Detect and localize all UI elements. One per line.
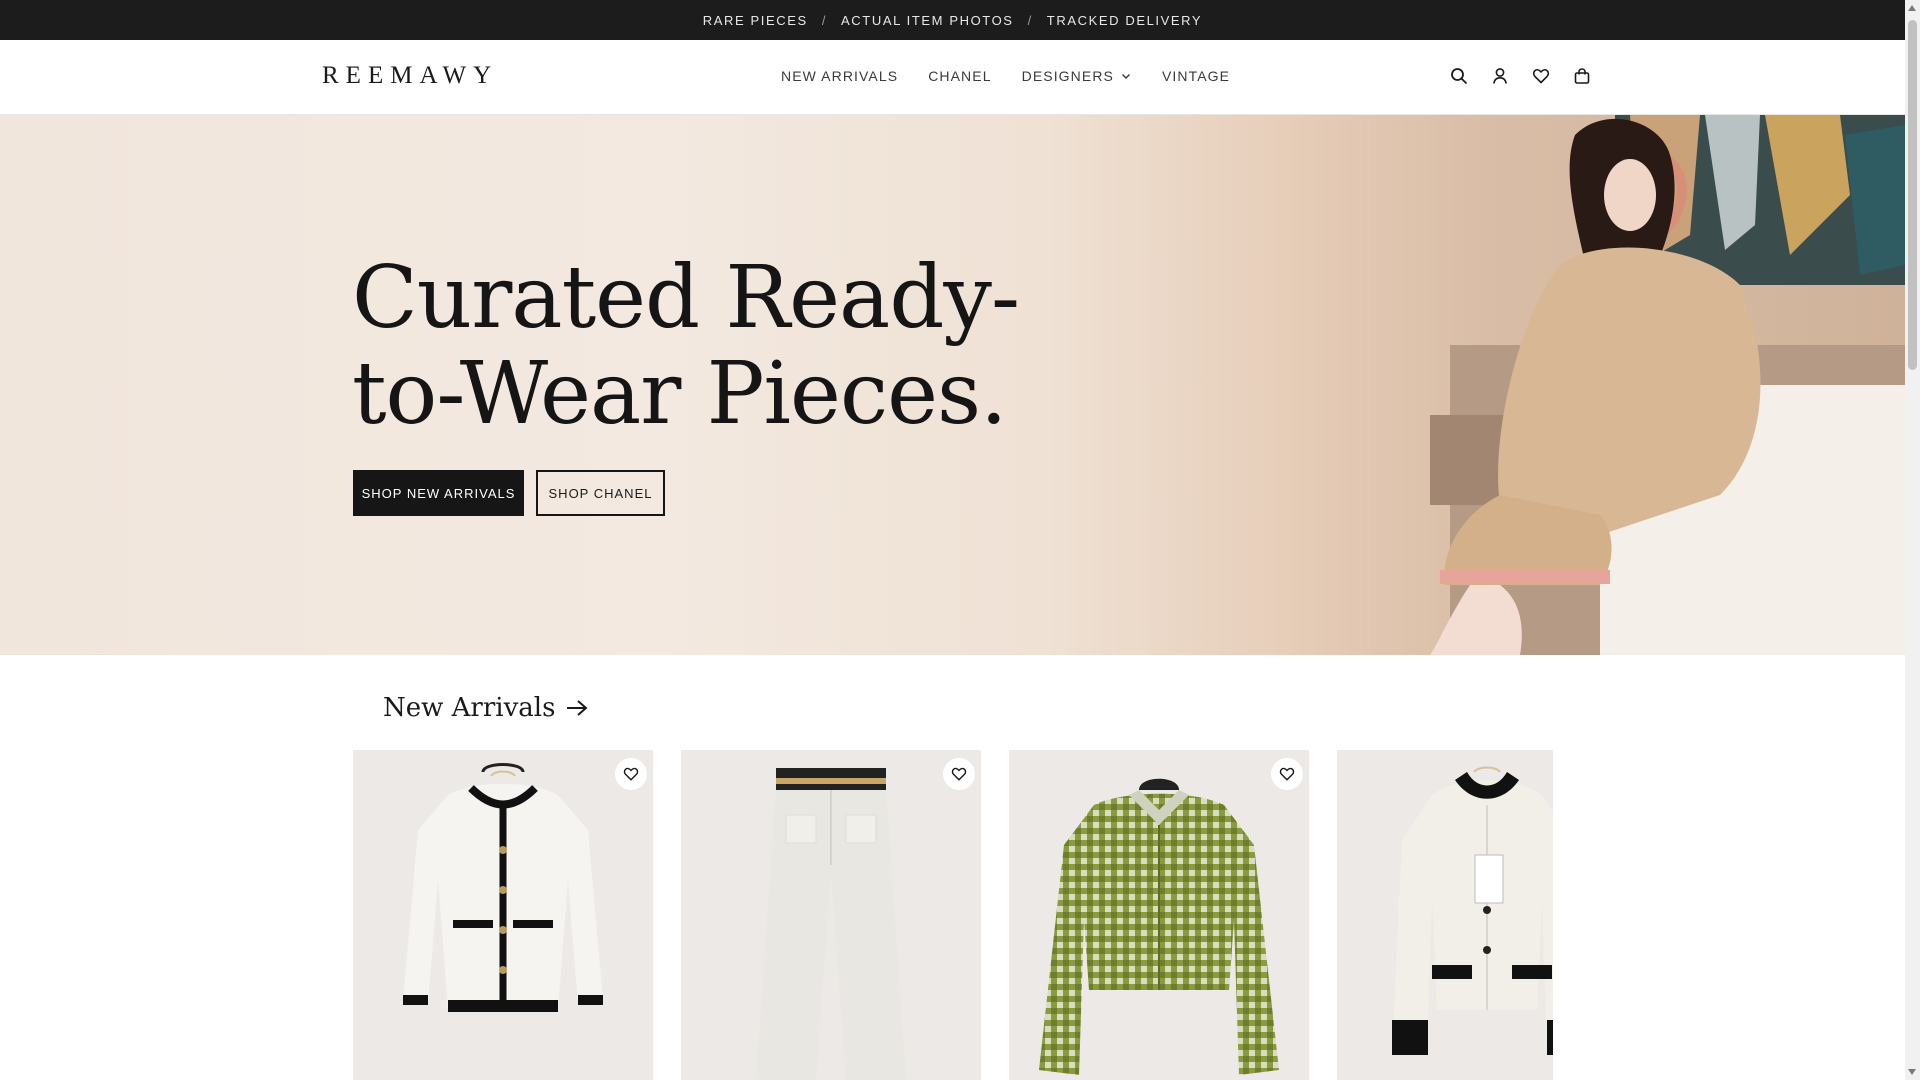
scroll-down-arrow-icon[interactable] [1908,1069,1916,1075]
nav-item-label: VINTAGE [1161,68,1231,84]
announcement-separator: / [821,12,828,28]
nav-item-vintage[interactable]: VINTAGE [1162,68,1230,84]
announcement-bar: RARE PIECES / ACTUAL ITEM PHOTOS / TRACK… [0,0,1905,40]
heart-icon [951,767,967,781]
product-image-white-knit-cardigan [1392,766,1553,1055]
scrollbar-thumb[interactable] [1908,20,1917,370]
nav-item-label: NEW ARRIVALS [781,68,899,84]
product-carousel [353,750,1553,1080]
cart-button[interactable] [1571,65,1593,87]
nav-item-new-arrivals[interactable]: NEW ARRIVALS [781,68,898,84]
logo[interactable]: REEMAWY [322,62,498,90]
nav-item-chanel[interactable]: CHANEL [928,68,991,84]
chevron-down-icon [1121,74,1130,79]
main-nav: NEW ARRIVALS CHANEL DESIGNERS VINTAGE [781,68,1260,84]
site-header: REEMAWY NEW ARRIVALS CHANEL DESIGNERS VI… [0,40,1905,115]
shop-chanel-button[interactable]: SHOP CHANEL [536,470,665,516]
product-card[interactable] [353,750,653,1080]
product-image-white-cardigan [403,763,603,1012]
product-card[interactable] [1337,750,1553,1080]
wishlist-button[interactable] [1530,65,1552,87]
announcement-separator: / [1027,12,1033,28]
cart-icon [1574,68,1590,84]
search-button[interactable] [1448,65,1470,87]
wishlist-icon [1532,69,1550,84]
product-image-green-tweed-jacket [1039,778,1279,1075]
nav-item-label: DESIGNERS [1021,68,1114,84]
account-button[interactable] [1489,65,1511,87]
new-arrivals-title: New Arrivals [383,693,556,723]
nav-item-designers[interactable]: DESIGNERS [1022,68,1132,84]
scroll-up-arrow-icon[interactable] [1908,5,1916,11]
heart-icon [1279,767,1295,781]
nav-item-label: CHANEL [928,68,992,84]
shop-new-arrivals-button[interactable]: SHOP NEW ARRIVALS [353,470,524,516]
product-card[interactable] [681,750,981,1080]
wishlist-add-button[interactable] [615,758,647,790]
product-image-white-pants [756,768,906,1080]
announcement-item-rare: RARE PIECES [702,12,808,28]
hero-title-line-2: to-Wear Pieces. [352,344,1007,444]
new-arrivals-link[interactable]: New Arrivals [383,693,589,723]
hero-banner: Curated Ready- to-Wear Pieces. SHOP NEW … [0,115,1905,655]
page: RARE PIECES / ACTUAL ITEM PHOTOS / TRACK… [0,0,1905,1080]
arrow-right-icon [567,700,588,716]
header-icons [1448,65,1593,87]
vertical-scrollbar[interactable] [1905,0,1920,1080]
product-card[interactable] [1009,750,1309,1080]
hero-title-line-1: Curated Ready- [352,248,1020,348]
account-icon [1493,68,1507,84]
search-icon [1451,68,1467,84]
announcement-item-photos: ACTUAL ITEM PHOTOS [841,12,1014,28]
wishlist-add-button[interactable] [1271,758,1303,790]
wishlist-add-button[interactable] [943,758,975,790]
heart-icon [623,767,639,781]
announcement-item-delivery: TRACKED DELIVERY [1046,12,1203,28]
hero-title: Curated Ready- to-Wear Pieces. [352,250,1032,442]
